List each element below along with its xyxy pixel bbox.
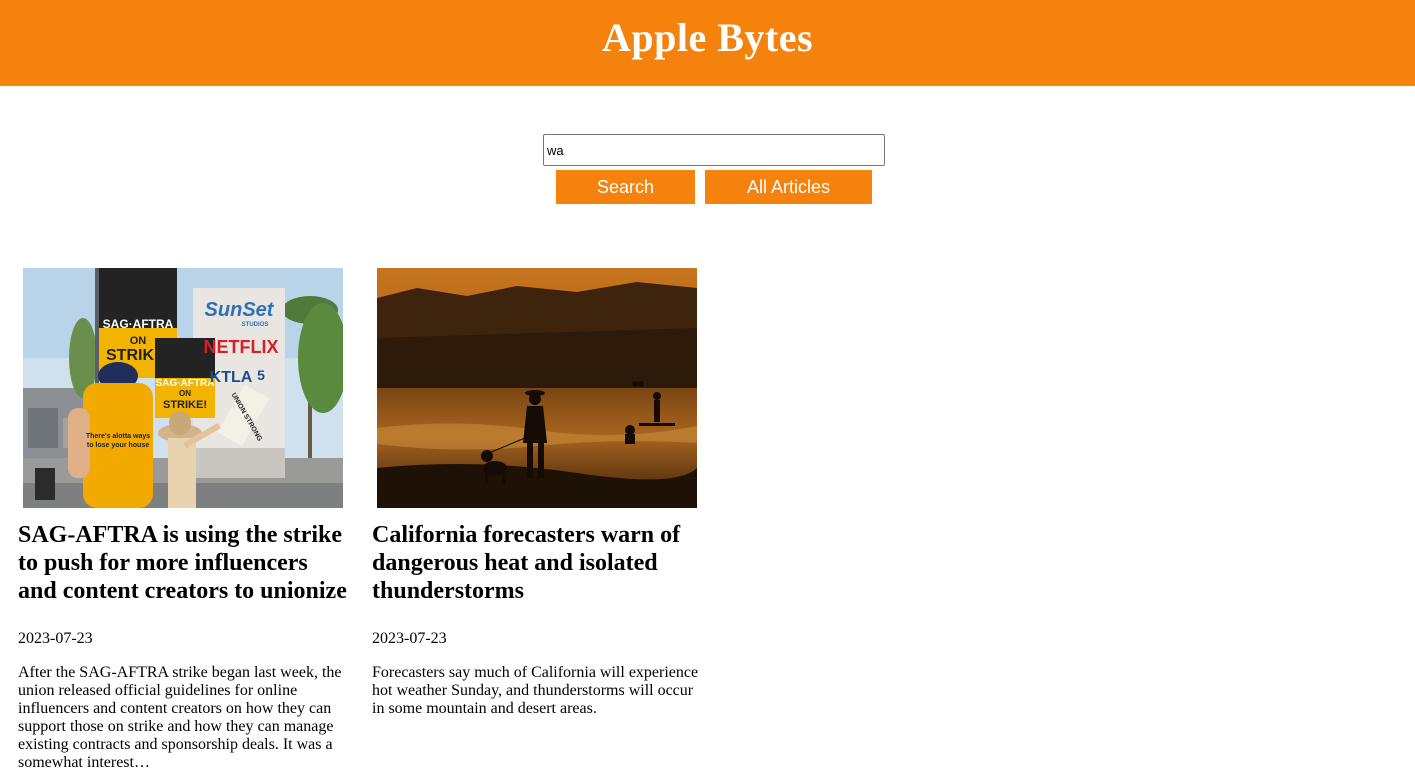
- article-title[interactable]: California forecasters warn of dangerous…: [372, 521, 704, 605]
- all-articles-button[interactable]: All Articles: [705, 170, 872, 204]
- article-excerpt: Forecasters say much of California will …: [372, 664, 699, 717]
- sign-text: STRIKE!: [163, 399, 207, 411]
- site-header: Apple Bytes: [0, 0, 1415, 86]
- sign-text: There's alotta ways: [86, 433, 150, 440]
- sign-text: NETFLIX: [204, 337, 279, 357]
- sign-text: SAG·AFTRA: [156, 378, 215, 389]
- article-image[interactable]: [377, 268, 697, 508]
- sign-text: 5: [257, 367, 265, 383]
- sign-text: ON: [130, 335, 147, 347]
- article-card[interactable]: California forecasters warn of dangerous…: [372, 268, 704, 718]
- article-card[interactable]: SAG·AFTRA ON STRIKE! SAG·AFTRA ON STRIKE…: [18, 268, 350, 772]
- site-title: Apple Bytes: [601, 14, 814, 60]
- search-input[interactable]: [543, 134, 885, 166]
- search-button[interactable]: Search: [556, 170, 695, 204]
- sign-text: STUDIOS: [242, 322, 269, 328]
- article-date: 2023-07-23: [18, 630, 93, 647]
- article-date: 2023-07-23: [372, 630, 447, 647]
- article-title[interactable]: SAG-AFTRA is using the strike to push fo…: [18, 521, 350, 605]
- sign-text: to lose your house: [87, 442, 149, 449]
- sign-text: ON: [179, 389, 191, 398]
- sign-text: SAG·AFTRA: [103, 317, 174, 331]
- sign-text: STRIKE!: [106, 347, 170, 364]
- article-image[interactable]: SAG·AFTRA ON STRIKE! SAG·AFTRA ON STRIKE…: [23, 268, 343, 508]
- sign-text: SunSet: [205, 299, 275, 321]
- article-excerpt: After the SAG-AFTRA strike began last we…: [18, 664, 342, 771]
- sign-text: KTLA: [210, 369, 253, 386]
